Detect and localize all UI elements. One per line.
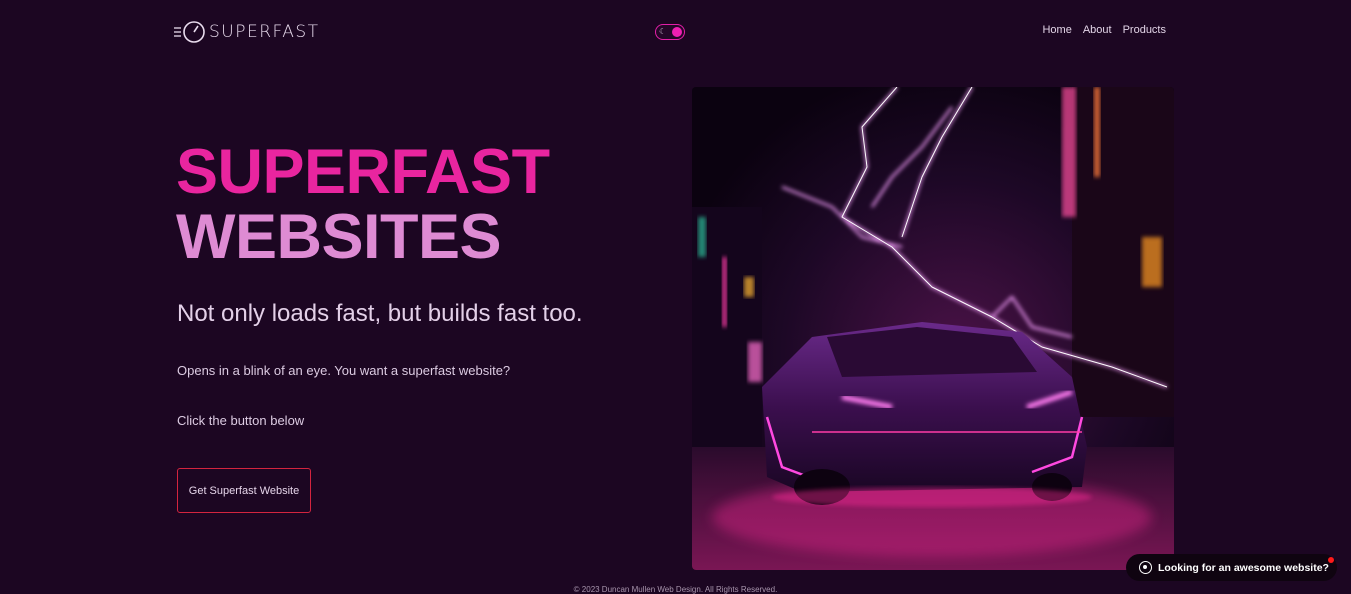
theme-toggle[interactable]: ☾: [655, 24, 685, 40]
footer-copyright: © 2023 Duncan Mullen Web Design. All Rig…: [573, 585, 778, 594]
hero-subtitle: Not only loads fast, but builds fast too…: [177, 300, 583, 327]
header: SUPERFAST ☾ Home About Products: [0, 0, 1351, 64]
hero-title-line1: SUPERFAST: [176, 137, 550, 207]
logo-text: SUPERFAST: [209, 22, 320, 42]
whatsapp-icon: [1139, 561, 1152, 574]
logo[interactable]: SUPERFAST: [174, 19, 320, 45]
whatsapp-label: Looking for an awesome website?: [1158, 561, 1329, 574]
nav-item-products[interactable]: Products: [1123, 24, 1166, 36]
main-nav: Home About Products: [1042, 24, 1166, 36]
hero-prompt: Click the button below: [177, 413, 305, 428]
nav-item-home[interactable]: Home: [1042, 24, 1071, 36]
get-superfast-website-button[interactable]: Get Superfast Website: [177, 468, 311, 513]
hero-description: Opens in a blink of an eye. You want a s…: [177, 363, 511, 378]
hero-title-line2: WEBSITES: [176, 202, 502, 272]
notification-dot: [1328, 557, 1334, 563]
hero-image: [692, 87, 1174, 570]
toggle-knob: [672, 27, 682, 37]
hero-title: SUPERFAST WEBSITES: [176, 140, 550, 270]
moon-icon: ☾: [659, 27, 667, 36]
page: SUPERFAST ☾ Home About Products SUPERFAS…: [0, 0, 1351, 594]
speedometer-icon: [174, 21, 205, 43]
whatsapp-chat-button[interactable]: Looking for an awesome website?: [1126, 554, 1337, 581]
nav-item-about[interactable]: About: [1083, 24, 1112, 36]
neon-car-illustration: [692, 87, 1174, 570]
